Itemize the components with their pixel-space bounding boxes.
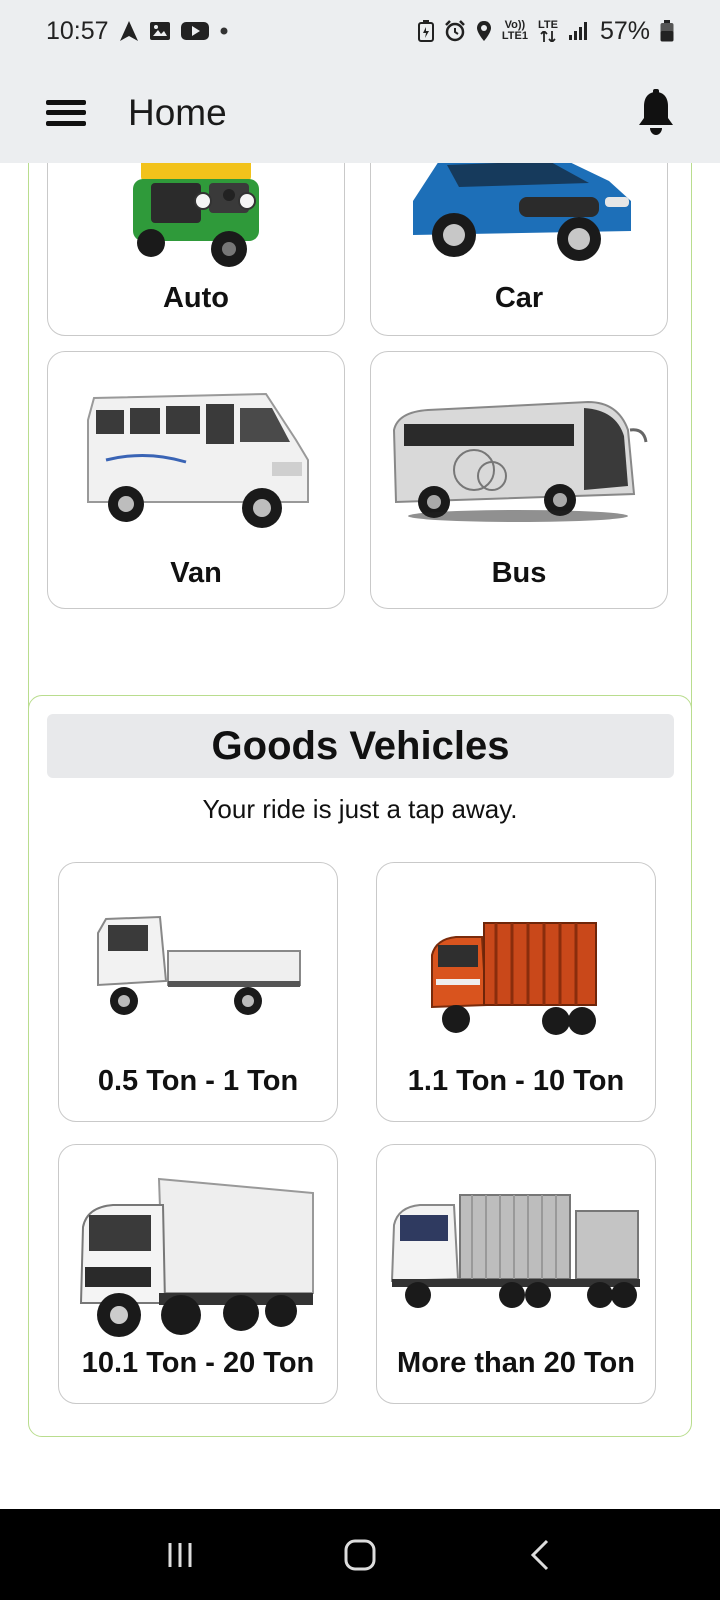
vehicle-card-bus[interactable]: Bus (370, 351, 668, 609)
vehicle-card-van[interactable]: Van (47, 351, 345, 609)
app-bar: Home (0, 62, 720, 163)
auto-rickshaw-icon (48, 163, 344, 271)
vehicle-card-trailer-truck[interactable]: More than 20 Ton (376, 1144, 656, 1404)
system-nav-bar (0, 1509, 720, 1600)
vehicle-card-car[interactable]: Car (370, 163, 668, 336)
page-title: Home (128, 91, 227, 133)
alarm-icon (444, 19, 466, 43)
section-subtitle: Your ride is just a tap away. (202, 794, 518, 824)
cargo-truck-icon (377, 915, 655, 1045)
location-icon (476, 19, 492, 43)
lte-indicator: LTE (538, 19, 558, 43)
battery-icon (660, 19, 674, 43)
vehicle-label: 0.5 Ton - 1 Ton (97, 1065, 299, 1097)
trailer-truck-icon (377, 1187, 655, 1317)
vehicle-label: More than 20 Ton (397, 1347, 635, 1379)
recent-apps-icon[interactable] (140, 1525, 220, 1585)
vehicle-card-dump-truck[interactable]: 10.1 Ton - 20 Ton (58, 1144, 338, 1404)
bell-icon[interactable] (632, 87, 680, 139)
back-icon[interactable] (500, 1525, 580, 1585)
status-left: 10:57 (46, 17, 229, 46)
dump-truck-icon (59, 1167, 337, 1342)
section-heading: Goods Vehicles (47, 714, 674, 778)
vehicle-label: 10.1 Ton - 20 Ton (81, 1347, 315, 1379)
vehicle-label: 1.1 Ton - 10 Ton (407, 1065, 625, 1097)
signal-icon (568, 19, 590, 43)
status-bar: 10:57 Vo)) LTE1 LTE 57% (0, 0, 720, 62)
menu-line (46, 99, 86, 105)
vehicle-card-auto[interactable]: Auto (47, 163, 345, 336)
vehicle-card-mini-truck[interactable]: 0.5 Ton - 1 Ton (58, 862, 338, 1122)
youtube-icon (180, 19, 209, 43)
battery-percent: 57% (599, 16, 650, 45)
gallery-icon (149, 19, 171, 43)
car-icon (371, 163, 667, 271)
status-time: 10:57 (46, 16, 109, 45)
vehicle-label: Bus (491, 557, 547, 589)
vehicle-label: Van (170, 557, 222, 589)
dot-icon (219, 19, 229, 43)
vehicle-label: Car (494, 282, 544, 314)
goods-vehicles-section: Goods Vehicles Your ride is just a tap a… (28, 695, 692, 1437)
home-content[interactable]: Auto Car Van Bus Goods Vehicles Your rid… (0, 163, 720, 1509)
vehicle-label: Auto (162, 282, 230, 314)
vehicle-card-cargo-truck[interactable]: 1.1 Ton - 10 Ton (376, 862, 656, 1122)
status-right: Vo)) LTE1 LTE 57% (417, 16, 674, 46)
home-icon[interactable] (320, 1525, 400, 1585)
menu-line (46, 120, 86, 126)
mini-truck-icon (59, 911, 337, 1031)
menu-line (46, 110, 86, 115)
battery-saver-icon (417, 19, 434, 43)
volte-indicator: Vo)) LTE1 (501, 19, 528, 42)
hamburger-menu-icon[interactable] (44, 95, 88, 131)
screen: 10:57 Vo)) LTE1 LTE 57% Home Auto Car Va… (0, 0, 720, 1600)
bus-icon (371, 390, 667, 530)
navigation-icon (119, 19, 139, 43)
van-icon (48, 380, 344, 540)
